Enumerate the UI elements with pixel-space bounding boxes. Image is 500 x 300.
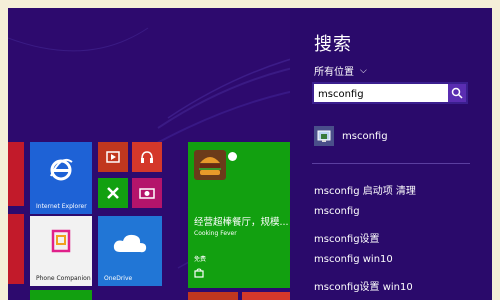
phone-companion-icon xyxy=(51,229,71,253)
tile-label-phone: Phone Companion xyxy=(36,275,91,282)
cooking-fever-promo: 经营超棒餐厅，规模... xyxy=(194,217,289,228)
top-result-label: msconfig xyxy=(342,130,388,142)
video-icon xyxy=(106,151,120,163)
search-charm: 搜索 所有位置 ⌵ msconfig msconfig 启动项 清理 mscon… xyxy=(290,8,492,300)
cooking-fever-thumbnail xyxy=(194,150,226,180)
partial-tile-left-2[interactable] xyxy=(8,214,24,284)
xbox-icon xyxy=(107,187,119,199)
camera-icon xyxy=(139,188,155,199)
tile-label-onedrive: OneDrive xyxy=(104,275,133,282)
internet-explorer-icon xyxy=(50,158,73,181)
suggestion-item[interactable]: msconfig设置 win10 xyxy=(314,278,413,293)
cloud-icon xyxy=(113,234,147,253)
suggestion-item[interactable]: msconfig设置 xyxy=(314,230,380,245)
suggestion-item[interactable]: msconfig win10 xyxy=(314,254,393,265)
results-divider xyxy=(312,163,470,164)
suggestion-item[interactable]: msconfig xyxy=(314,206,360,217)
cooking-fever-name: Cooking Fever xyxy=(194,230,237,237)
top-result-msconfig[interactable]: msconfig xyxy=(314,126,388,146)
search-scope-label: 所有位置 xyxy=(314,67,354,78)
tile-onedrive[interactable]: OneDrive xyxy=(98,216,162,286)
burger-icon xyxy=(199,157,221,175)
partial-tile-bottom-3[interactable] xyxy=(242,292,290,300)
search-title: 搜索 xyxy=(314,34,352,55)
partial-tile-bottom-1[interactable] xyxy=(30,290,92,300)
gplus-badge xyxy=(228,152,237,161)
chevron-down-icon: ⌵ xyxy=(360,65,367,76)
tile-games[interactable] xyxy=(98,178,128,208)
tile-camera[interactable] xyxy=(132,178,162,208)
magnifier-icon xyxy=(451,87,463,99)
tile-video[interactable] xyxy=(98,142,128,172)
tile-internet-explorer[interactable]: Internet Explorer xyxy=(30,142,92,214)
search-button[interactable] xyxy=(448,84,466,102)
search-input[interactable] xyxy=(318,87,448,101)
tile-phone-companion[interactable]: Phone Companion xyxy=(30,216,92,286)
tile-cooking-fever[interactable]: 经营超棒餐厅，规模... Cooking Fever 免费 xyxy=(188,142,290,288)
tile-music[interactable] xyxy=(132,142,162,172)
suggestion-item[interactable]: msconfig 启动项 清理 xyxy=(314,182,416,197)
store-icon xyxy=(194,268,204,278)
partial-tile-bottom-2[interactable] xyxy=(188,292,238,300)
headphones-icon xyxy=(141,151,153,163)
cooking-fever-price: 免费 xyxy=(194,256,207,263)
tile-label-ie: Internet Explorer xyxy=(36,203,87,210)
msconfig-app-icon xyxy=(314,126,334,146)
search-scope-selector[interactable]: 所有位置 ⌵ xyxy=(314,63,367,79)
partial-tile-left[interactable] xyxy=(8,142,24,206)
search-box xyxy=(312,82,468,104)
